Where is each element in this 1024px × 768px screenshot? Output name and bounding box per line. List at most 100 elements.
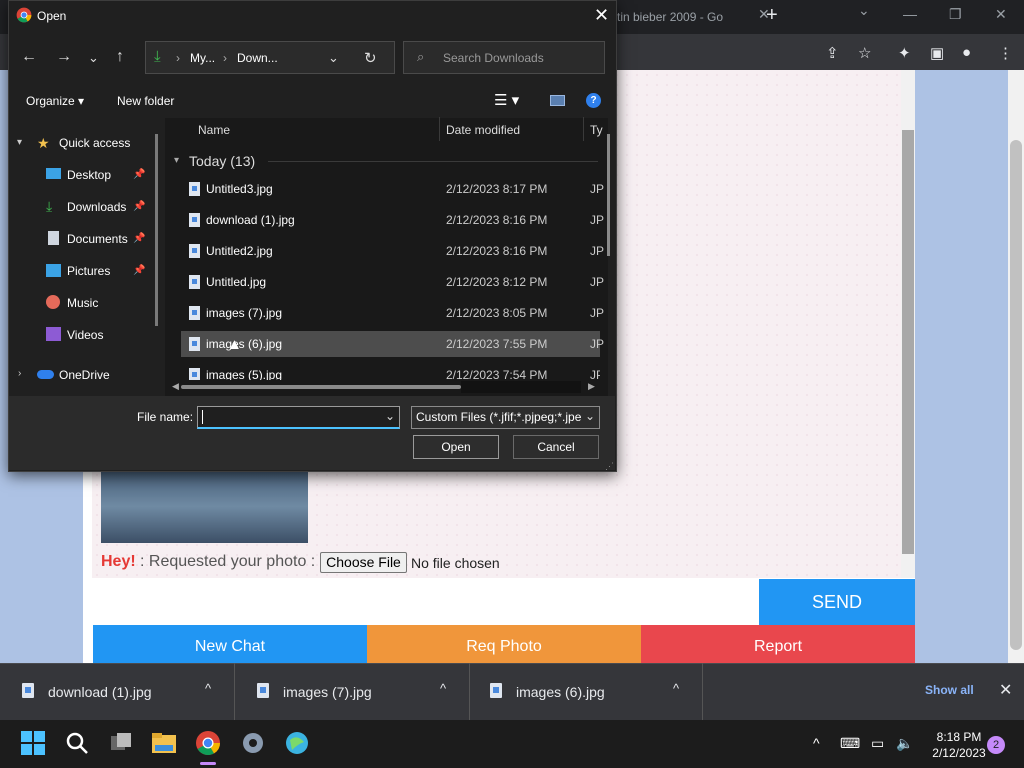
documents-icon xyxy=(48,231,59,245)
share-icon[interactable]: ⇪ xyxy=(826,44,839,62)
browser-tab[interactable]: tin bieber 2009 - Go xyxy=(617,5,777,31)
refresh-icon[interactable]: ↻ xyxy=(364,49,377,67)
videos-icon xyxy=(46,327,61,341)
preview-pane-icon[interactable] xyxy=(550,95,565,106)
cancel-button[interactable]: Cancel xyxy=(513,435,599,459)
file-date: 2/12/2023 8:05 PM xyxy=(446,306,548,320)
column-divider[interactable] xyxy=(583,117,584,141)
download-bar-close-icon[interactable]: ✕ xyxy=(999,680,1012,700)
resize-grip-icon[interactable]: ⋰ xyxy=(605,461,614,472)
file-row[interactable]: images (5).jpg 2/12/2023 7:54 PM JP xyxy=(181,362,600,380)
download-item[interactable]: images (7).jpg ^ xyxy=(235,663,470,720)
display-icon[interactable]: ▭ xyxy=(871,735,884,752)
file-row[interactable]: Untitled3.jpg 2/12/2023 8:17 PM JP xyxy=(181,176,604,202)
show-all-link[interactable]: Show all xyxy=(925,683,974,697)
nav-downloads[interactable]: Downloads xyxy=(67,200,126,220)
choose-file-button[interactable]: Choose File xyxy=(320,552,407,573)
caret-up-icon[interactable]: ^ xyxy=(673,681,679,696)
column-date-modified[interactable]: Date modified xyxy=(446,123,520,137)
profile-icon[interactable]: ● xyxy=(962,44,971,61)
search-icon: ⌕ xyxy=(417,49,425,64)
task-view-icon[interactable] xyxy=(108,730,136,758)
download-item[interactable]: images (6).jpg ^ xyxy=(468,663,703,720)
dialog-close-icon[interactable]: ✕ xyxy=(594,5,609,26)
settings-gear-icon[interactable] xyxy=(240,730,268,758)
new-folder-button[interactable]: New folder xyxy=(117,94,174,108)
extensions-icon[interactable]: ✦ xyxy=(898,44,911,62)
file-list-scrollbar[interactable] xyxy=(607,134,610,256)
column-divider[interactable] xyxy=(439,117,440,141)
app-icon[interactable] xyxy=(284,730,312,758)
file-list-h-scrollbar[interactable] xyxy=(181,385,461,389)
scroll-left-icon[interactable]: ◀ xyxy=(172,381,179,392)
nav-music[interactable]: Music xyxy=(67,296,98,316)
req-photo-button[interactable]: Req Photo xyxy=(367,625,641,663)
help-icon[interactable]: ? xyxy=(586,93,601,108)
menu-icon[interactable]: ⋮ xyxy=(998,44,1013,62)
expand-chevron-icon[interactable]: ▾ xyxy=(17,137,22,148)
file-row[interactable]: Untitled2.jpg 2/12/2023 8:16 PM JP xyxy=(181,238,604,264)
file-row[interactable]: Untitled.jpg 2/12/2023 8:12 PM JP xyxy=(181,269,604,295)
back-arrow-icon[interactable]: ← xyxy=(21,48,37,66)
side-panel-icon[interactable]: ▣ xyxy=(930,44,944,62)
open-button[interactable]: Open xyxy=(413,435,499,459)
clock[interactable]: 8:18 PM 2/12/2023 xyxy=(926,729,992,761)
bookmark-star-icon[interactable]: ☆ xyxy=(858,44,871,62)
breadcrumb-downloads[interactable]: Down... xyxy=(237,51,278,65)
up-arrow-icon[interactable]: ↑ xyxy=(116,48,124,66)
chrome-icon[interactable] xyxy=(195,730,223,758)
organize-button[interactable]: Organize ▾ xyxy=(26,94,84,108)
file-icon xyxy=(22,683,34,698)
file-row[interactable]: images (7).jpg 2/12/2023 8:05 PM JP xyxy=(181,300,604,326)
chat-scrollbar-thumb[interactable] xyxy=(902,130,914,554)
tab-search-icon[interactable]: ⌄ xyxy=(858,2,870,19)
address-dropdown-icon[interactable]: ⌄ xyxy=(328,50,339,66)
hey-label: Hey! xyxy=(101,553,136,570)
expand-chevron-icon[interactable]: › xyxy=(18,368,21,379)
new-tab-icon[interactable]: + xyxy=(766,4,778,27)
nav-documents[interactable]: Documents xyxy=(67,232,128,252)
scroll-right-icon[interactable]: ▶ xyxy=(588,381,595,392)
notification-badge[interactable]: 2 xyxy=(987,736,1005,754)
collapse-group-icon[interactable]: ▾ xyxy=(174,155,179,166)
view-icon[interactable]: ☰ ▾ xyxy=(494,91,519,109)
window-close-icon[interactable]: ✕ xyxy=(995,6,1007,23)
minimize-icon[interactable]: — xyxy=(903,6,917,22)
send-button[interactable]: SEND xyxy=(759,579,915,625)
new-chat-button[interactable]: New Chat xyxy=(93,625,367,663)
caret-up-icon[interactable]: ^ xyxy=(205,681,211,696)
recent-locations-icon[interactable]: ⌄ xyxy=(88,50,99,66)
volume-icon[interactable]: 🔈 xyxy=(896,735,913,752)
forward-arrow-icon[interactable]: → xyxy=(56,48,72,66)
image-file-icon xyxy=(189,368,200,380)
download-icon: ⤓ xyxy=(46,198,53,214)
start-icon[interactable] xyxy=(20,730,48,758)
file-date: 2/12/2023 8:17 PM xyxy=(446,182,548,196)
download-item[interactable]: download (1).jpg ^ xyxy=(0,663,235,720)
file-explorer-icon[interactable] xyxy=(151,730,179,758)
column-type[interactable]: Ty xyxy=(590,123,603,137)
restore-icon[interactable]: ❐ xyxy=(949,6,962,23)
file-name: Untitled.jpg xyxy=(206,275,267,289)
file-name-dropdown-icon[interactable]: ⌄ xyxy=(385,409,395,423)
keyboard-icon[interactable]: ⌨ xyxy=(840,735,860,752)
search-icon[interactable] xyxy=(64,730,92,758)
report-button[interactable]: Report xyxy=(641,625,915,663)
group-header[interactable]: Today (13) xyxy=(189,153,255,169)
nav-pictures[interactable]: Pictures xyxy=(67,264,110,284)
nav-videos[interactable]: Videos xyxy=(67,328,103,348)
file-row-hovered[interactable]: images (6).jpg 2/12/2023 7:55 PM JP xyxy=(181,331,604,357)
filter-dropdown-icon[interactable]: ⌄ xyxy=(585,409,595,423)
page-scrollbar-thumb[interactable] xyxy=(1010,140,1022,650)
nav-onedrive[interactable]: OneDrive xyxy=(59,368,110,388)
tray-chevron-icon[interactable]: ^ xyxy=(813,735,820,751)
nav-scrollbar[interactable] xyxy=(155,134,158,326)
column-name[interactable]: Name xyxy=(198,123,230,137)
breadcrumb-my[interactable]: My... xyxy=(190,51,215,65)
file-row[interactable]: download (1).jpg 2/12/2023 8:16 PM JP xyxy=(181,207,604,233)
caret-up-icon[interactable]: ^ xyxy=(440,681,446,696)
nav-desktop[interactable]: Desktop xyxy=(67,168,111,188)
nav-quick-access[interactable]: Quick access xyxy=(59,136,130,156)
file-name-input[interactable] xyxy=(197,406,400,429)
received-photo xyxy=(101,470,308,543)
